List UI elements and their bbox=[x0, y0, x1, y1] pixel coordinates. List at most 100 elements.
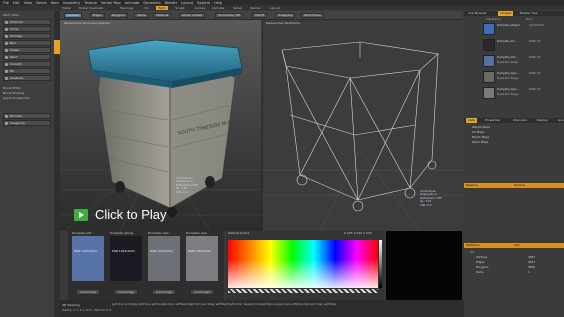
load-image-button[interactable]: Load Image bbox=[152, 289, 176, 295]
clip-row[interactable]: Dumpster_Dif... RGBA 32 Projected Image bbox=[483, 55, 561, 67]
menu-texture[interactable]: Texture bbox=[84, 1, 97, 5]
clip-subitem: Projected Image bbox=[497, 77, 519, 80]
stats-row[interactable]: All bbox=[466, 250, 562, 254]
stats-label: Items bbox=[476, 270, 484, 274]
layout-tab-sculpt[interactable]: Sculpt bbox=[173, 6, 186, 10]
layout-tab-paint[interactable]: Paint bbox=[156, 5, 168, 10]
tool-smudge[interactable]: Smudge bbox=[3, 33, 51, 39]
right-tab-clip-browser[interactable]: Clip Browser bbox=[466, 11, 489, 16]
stats-row[interactable]: Items 1 bbox=[466, 270, 562, 274]
right-tab-images[interactable]: Images bbox=[498, 11, 514, 16]
list-tab-properties[interactable]: Properties bbox=[483, 118, 502, 123]
statistics-tab[interactable]: Info bbox=[514, 243, 520, 248]
toolbar-symmetry-off[interactable]: Symmetry: Off bbox=[215, 13, 244, 18]
layout-tab-topology[interactable]: Topology bbox=[118, 6, 135, 10]
pipeline-header[interactable]: Pipeline Params bbox=[464, 183, 564, 188]
play-button[interactable] bbox=[74, 209, 88, 221]
image-thumbnail[interactable] bbox=[110, 236, 142, 281]
clip-row[interactable]: Dumpster_Bu... RGBA 32 bbox=[483, 39, 561, 51]
layout-tab-render[interactable]: Render bbox=[248, 6, 263, 10]
menu-system[interactable]: System bbox=[197, 1, 210, 5]
click-to-play-label[interactable]: Click to Play bbox=[95, 207, 167, 222]
layout-tab-animate[interactable]: Animate bbox=[210, 6, 227, 10]
statistics-header[interactable]: Statistics Info bbox=[464, 243, 564, 248]
alpha-strip[interactable] bbox=[228, 289, 378, 293]
tool-smooth[interactable]: Smooth bbox=[3, 61, 51, 67]
viewport-left-info: All Vertices Channels: 0 Deformers: OFF … bbox=[176, 176, 198, 194]
right-tab-shader-tree[interactable]: Shader Tree bbox=[518, 11, 540, 16]
load-image-button[interactable]: Load Image bbox=[190, 289, 214, 295]
toolbar-vertices[interactable]: Vertices bbox=[64, 13, 82, 18]
stats-row[interactable]: Vertices 4827 bbox=[466, 255, 562, 259]
vertex-map-item[interactable]: Morph Maps bbox=[466, 135, 562, 139]
layout-tab-model[interactable]: Model bbox=[60, 6, 73, 10]
tool-eraser[interactable]: Eraser bbox=[3, 47, 51, 53]
thumb-label: Dumpster_Bump bbox=[110, 231, 134, 235]
value-slider[interactable] bbox=[379, 240, 382, 288]
list-tabs: Lists Properties Channels Display Groups bbox=[464, 118, 564, 123]
toolbar-work-plane[interactable]: Work Plane bbox=[301, 13, 324, 18]
menu-vertex-map[interactable]: Vertex Map bbox=[101, 1, 121, 5]
stats-label: Polygons bbox=[476, 265, 489, 269]
tool-brushes[interactable]: Brushes bbox=[3, 113, 51, 119]
menu-select[interactable]: Select bbox=[36, 1, 47, 5]
layout-tab-model-duplicate[interactable]: Model Duplicate bbox=[77, 6, 105, 10]
tool-clone[interactable]: Clone bbox=[3, 26, 51, 32]
viewports[interactable]: SOUTH TYNESIDE M.B.C. Perspective Advanc… bbox=[60, 20, 464, 231]
tool-airbrush[interactable]: Airbrush bbox=[3, 19, 51, 25]
menu-dynamics[interactable]: Dynamics bbox=[143, 1, 160, 5]
tool-group-label[interactable]: Brush Browser bbox=[3, 91, 25, 95]
menu-render[interactable]: Render bbox=[165, 1, 177, 5]
vertex-map-item[interactable]: Weight Maps bbox=[466, 125, 562, 129]
menu-item[interactable]: Item bbox=[51, 1, 59, 5]
vertex-map-item[interactable]: Other Maps bbox=[466, 140, 562, 144]
layout-tab-setup[interactable]: Setup bbox=[231, 6, 244, 10]
list-tab-channels[interactable]: Channels bbox=[511, 118, 529, 123]
menu-edit[interactable]: Edit bbox=[13, 1, 20, 5]
menu-animate[interactable]: Animate bbox=[125, 1, 140, 5]
eraser-icon bbox=[5, 49, 8, 52]
list-tab-display[interactable]: Display bbox=[535, 118, 550, 123]
menu-view[interactable]: View bbox=[24, 1, 32, 5]
clip-row[interactable]: Dumpster_Spe... RGBA 32 Projected Image bbox=[483, 87, 561, 99]
menu-file[interactable]: File bbox=[3, 1, 9, 5]
menu-geometry[interactable]: Geometry bbox=[63, 1, 80, 5]
tool-image-ink[interactable]: Image Ink bbox=[3, 120, 51, 126]
layout-tab-games[interactable]: Games bbox=[193, 6, 208, 10]
tool-group-label[interactable]: Apply To Selection bbox=[3, 96, 30, 100]
tool-fill[interactable]: Fill bbox=[3, 68, 51, 74]
toolbar-snapping[interactable]: Snapping bbox=[275, 13, 296, 18]
menu-help[interactable]: Help bbox=[214, 1, 222, 5]
image-thumbnail[interactable] bbox=[148, 236, 180, 281]
toolbar-polygons[interactable]: Polygons bbox=[108, 13, 128, 18]
vertex-map-item[interactable]: UV Maps bbox=[466, 130, 562, 134]
toolbar-action-center[interactable]: Action Center bbox=[178, 13, 206, 18]
tool-gradient[interactable]: Gradient bbox=[3, 75, 51, 81]
image-thumbnail[interactable] bbox=[186, 236, 218, 281]
thumb-label: Dumpster_Spe... bbox=[186, 231, 210, 235]
list-tab-groups[interactable]: Groups bbox=[556, 118, 564, 123]
pipeline-tab[interactable]: Params bbox=[514, 183, 525, 188]
toolbar-items[interactable]: Items bbox=[134, 13, 149, 18]
tool-paint[interactable]: Paint bbox=[3, 54, 51, 60]
load-image-button[interactable]: Load Image bbox=[76, 289, 100, 295]
toolbar-edges[interactable]: Edges bbox=[89, 13, 105, 18]
stats-row[interactable]: Edges 9647 bbox=[466, 260, 562, 264]
clip-row[interactable]: Dumpster_Object 1024x1024 bbox=[483, 23, 561, 35]
tool-blur[interactable]: Blur bbox=[3, 40, 51, 46]
clip-row[interactable]: Dumpster_Spe... RGBA 32 Projected Image bbox=[483, 71, 561, 83]
tool-label: Eraser bbox=[10, 48, 20, 52]
color-spectrum[interactable] bbox=[228, 240, 378, 288]
image-thumbnail[interactable] bbox=[72, 236, 104, 281]
clip-thumbnail bbox=[483, 71, 495, 83]
stats-row[interactable]: Polygons 4826 bbox=[466, 265, 562, 269]
menu-layout[interactable]: Layout bbox=[181, 1, 193, 5]
layout-tab-uv[interactable]: UV bbox=[142, 6, 150, 10]
list-tab-lists[interactable]: Lists bbox=[466, 118, 477, 123]
toolbar-falloff[interactable]: Falloff bbox=[252, 13, 267, 18]
layout-tab-layout[interactable]: Layout bbox=[268, 6, 282, 10]
color-picker-swatch[interactable] bbox=[386, 231, 462, 300]
load-image-button[interactable]: Load Image bbox=[114, 289, 138, 295]
tool-group-label[interactable]: Brush Editor bbox=[3, 86, 22, 90]
toolbar-material[interactable]: Material bbox=[153, 13, 172, 18]
